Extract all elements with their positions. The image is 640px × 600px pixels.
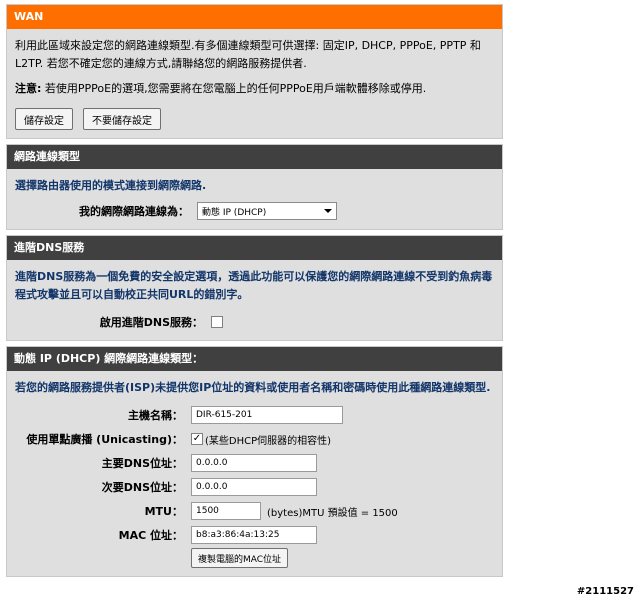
connection-type-section: 網路連線類型 選擇路由器使用的模式連接到網際網路. 我的網際網路連線為： 動態 … [6,144,503,230]
dont-save-settings-button[interactable]: 不要儲存設定 [83,108,161,130]
unicast-checkbox[interactable]: ✓ [191,433,203,445]
clone-mac-button[interactable]: 複製電腦的MAC位址 [191,548,289,568]
host-name-input[interactable]: DIR-615-201 [191,406,343,424]
connection-type-label: 我的網際網路連線為： [79,205,189,218]
note-text: 若使用PPPoE的選項,您需要將在您電腦上的任何PPPoE用戶端軟體移除或停用. [44,82,427,95]
dhcp-section: 動態 IP (DHCP) 網際網路連線類型： 若您的網路服務提供者(ISP)未提… [6,346,503,577]
wan-intro: 利用此區域來設定您的網路連線類型.有多個連線類型可供選擇: 固定IP, DHCP… [15,39,481,70]
connection-type-desc: 選擇路由器使用的模式連接到網際網路. [15,179,207,192]
save-settings-button[interactable]: 儲存設定 [15,108,73,130]
unicast-label: 使用單點廣播 (Unicasting)： [26,433,183,446]
page-content: WAN 利用此區域來設定您的網路連線類型.有多個連線類型可供選擇: 固定IP, … [6,4,503,577]
host-name-label: 主機名稱： [128,409,183,422]
advanced-dns-title: 進階DNS服務 [7,236,502,260]
advanced-dns-section: 進階DNS服務 進階DNS服務為一個免費的安全設定選項，透過此功能可以保護您的網… [6,235,503,341]
note-label: 注意: [15,82,42,95]
primary-dns-label: 主要DNS位址： [101,457,183,470]
mtu-label: MTU： [144,505,183,518]
unicast-hint: (某些DHCP伺服器的相容性) [205,435,332,447]
watermark: #2111527 [576,586,634,597]
mtu-hint: (bytes)MTU 預設值 = 1500 [267,507,398,519]
dhcp-title: 動態 IP (DHCP) 網際網路連線類型： [7,347,502,371]
secondary-dns-input[interactable]: 0.0.0.0 [191,478,317,496]
wan-title: WAN [7,5,502,29]
mtu-input[interactable]: 1500 [191,502,261,520]
primary-dns-input[interactable]: 0.0.0.0 [191,454,317,472]
wan-note: 注意: 若使用PPPoE的選項,您需要將在您電腦上的任何PPPoE用戶端軟體移除… [15,80,494,98]
mac-address-input[interactable]: b8:a3:86:4a:13:25 [191,526,317,544]
connection-type-value: 動態 IP (DHCP) [202,207,267,218]
advanced-dns-enable-label: 啟用進階DNS服務： [99,316,203,329]
advanced-dns-checkbox[interactable] [211,316,223,328]
connection-type-title: 網路連線類型 [7,145,502,169]
secondary-dns-label: 次要DNS位址： [101,481,183,494]
dhcp-desc: 若您的網路服務提供者(ISP)未提供您IP位址的資料或使用者名稱和密碼時使用此種… [15,381,491,394]
connection-type-select[interactable]: 動態 IP (DHCP) [197,202,337,220]
mac-address-label: MAC 位址： [118,529,183,542]
advanced-dns-desc: 進階DNS服務為一個免費的安全設定選項，透過此功能可以保護您的網際網路連線不受到… [15,270,493,301]
chevron-down-icon [324,209,332,213]
wan-panel: WAN 利用此區域來設定您的網路連線類型.有多個連線類型可供選擇: 固定IP, … [6,4,503,139]
